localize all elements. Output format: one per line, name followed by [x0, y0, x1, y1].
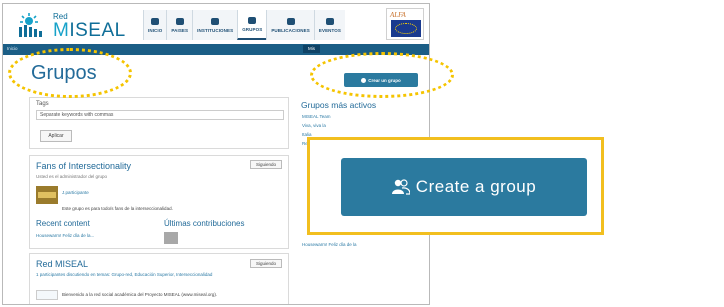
contributor-avatar[interactable] [164, 232, 178, 244]
group-description: Bienvenido a la red social académica del… [62, 292, 218, 297]
nav-item-publicaciones[interactable]: PUBLICACIONES [266, 10, 314, 40]
nav-item-grupos[interactable]: GRUPOS [237, 10, 267, 40]
recent-content-heading: Recent content [36, 219, 90, 228]
site-logo[interactable]: Red MISEAL [17, 10, 137, 41]
building-icon [211, 17, 220, 25]
people-icon [248, 16, 257, 24]
group-card: Red MISEAL Siguiendo 1 participantes dis… [29, 253, 289, 304]
recent-content-item[interactable]: Housewarm! Feliz día de la... [36, 233, 94, 238]
calendar-icon [325, 17, 334, 25]
group-subtitle: 1 participantes discutiendo en temas: Gr… [36, 272, 213, 277]
group-card: Fans of Intersectionality Usted es el ad… [29, 155, 289, 249]
latest-contributions-heading: Últimas contribuciones [164, 219, 245, 228]
nav-item-instituciones[interactable]: INSTITUCIONES [192, 10, 238, 40]
document-icon [286, 17, 295, 25]
home-icon [151, 17, 160, 25]
group-title[interactable]: Fans of Intersectionality [36, 161, 131, 171]
people-icon [391, 179, 410, 195]
eu-stars-icon [395, 23, 417, 34]
highlight-ellipse-create [310, 52, 454, 98]
logo-mark-icon [19, 13, 42, 37]
logo-text: MISEAL [53, 20, 126, 41]
globe-icon [175, 17, 184, 25]
breadcrumb[interactable]: Inicio [7, 46, 18, 51]
group-description: Este grupo es para todo/s fans de la int… [62, 206, 173, 211]
group-title[interactable]: Red MISEAL [36, 259, 88, 269]
tags-label: Tags [36, 101, 49, 107]
group-subtitle: Usted es el administrador del grupo [36, 174, 108, 179]
my-menu-dropdown[interactable]: Mis [303, 45, 320, 53]
eu-alfa-logo: ALFA [386, 8, 424, 40]
nav-item-paises[interactable]: PAISES [166, 10, 193, 40]
tags-input[interactable]: Separate keywords with commas [36, 110, 284, 120]
group-thumbnail [36, 186, 58, 204]
group-thumbnail [36, 290, 58, 300]
nav-item-eventos[interactable]: EVENTOS [313, 10, 345, 40]
sidebar-item[interactable]: MISEAL Team [302, 114, 331, 119]
follow-button[interactable]: Siguiendo [250, 259, 282, 268]
create-group-button-zoomed[interactable]: Create a group [341, 158, 587, 216]
sidebar-title: Grupos más activos [301, 100, 377, 110]
group-author-link[interactable]: J.participante [62, 190, 89, 195]
sidebar-item[interactable]: Viva, viva la [302, 123, 326, 128]
follow-button[interactable]: Siguiendo [250, 160, 282, 169]
main-nav: INICIO PAISES INSTITUCIONES GRUPOS PUBLI… [143, 10, 345, 40]
apply-button[interactable]: Aplicar [40, 130, 72, 142]
tag-filter-card: Tags Separate keywords with commas Aplic… [29, 97, 289, 149]
highlight-ellipse-title [8, 48, 132, 98]
sidebar-item[interactable]: Housewarm! Feliz día de la [302, 242, 357, 247]
nav-item-inicio[interactable]: INICIO [143, 10, 167, 40]
site-header: Red MISEAL INICIO PAISES INSTITUCIONES G… [3, 4, 429, 44]
